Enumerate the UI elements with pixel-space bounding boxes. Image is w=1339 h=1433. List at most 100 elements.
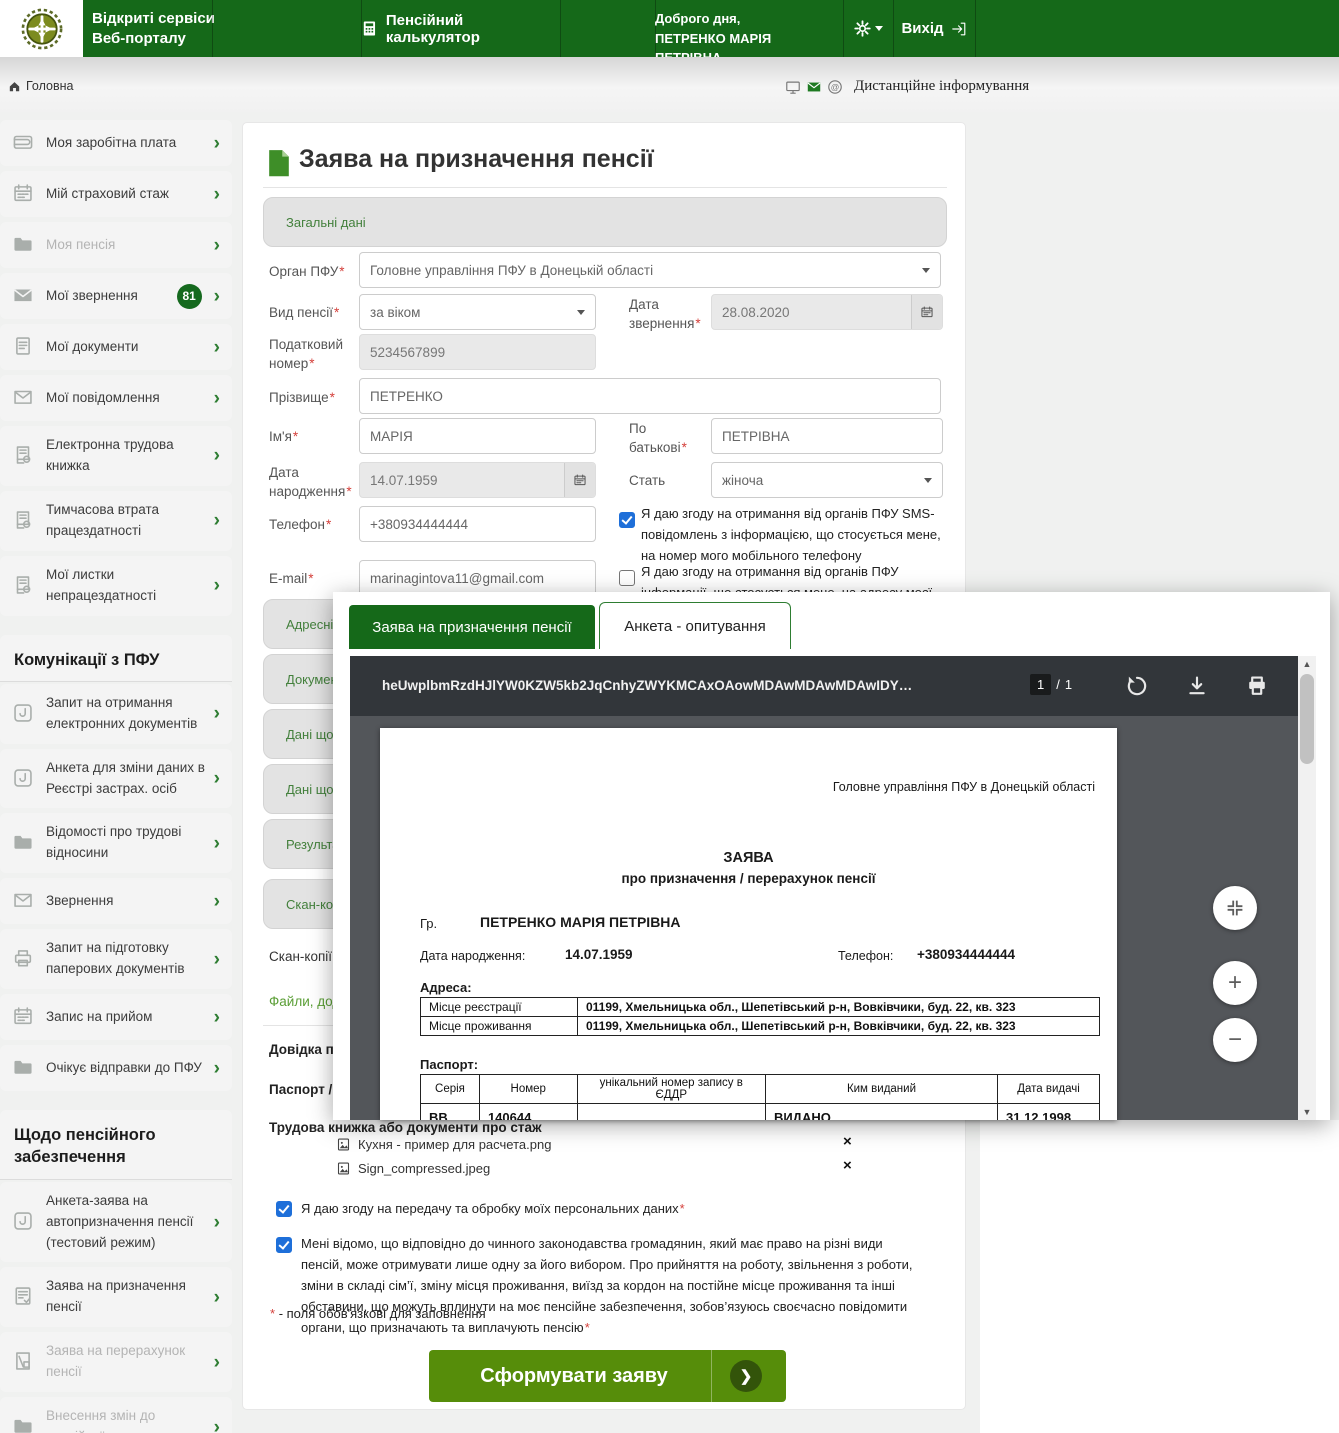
sidebar-item-0-4[interactable]: Мої документи › <box>0 324 232 370</box>
sidebar-item-icon <box>12 767 36 791</box>
pdf-page-indicator: 1 / 1 <box>1030 674 1072 695</box>
svg-text:@: @ <box>831 81 840 91</box>
sidebar-item-0-6[interactable]: Електронна трудова книжка › <box>0 426 232 486</box>
fit-to-page-button[interactable] <box>1213 886 1257 930</box>
sidebar-item-1-6[interactable]: Очікує відправки до ПФУ › <box>0 1045 232 1091</box>
sidebar-item-1-3[interactable]: Звернення › <box>0 878 232 924</box>
scroll-up-icon[interactable]: ▲ <box>1298 656 1316 672</box>
doc-address-label: Адреса: <box>420 980 472 995</box>
info-consent-checkbox[interactable] <box>276 1237 292 1253</box>
page-title: Заява на призначення пенсії <box>299 145 654 174</box>
pdf-viewer: heUwplbmRzdHJlYW0KZW5kb2JqCnhyZWYKMCAxOA… <box>350 656 1316 1120</box>
chevron-right-icon: › <box>210 511 224 530</box>
content-background <box>980 1120 1339 1433</box>
name-label: Ім'я* <box>269 428 298 447</box>
personal-data-checkbox[interactable] <box>276 1201 292 1217</box>
pension-calculator-button[interactable]: Пенсійний калькулятор <box>361 0 560 57</box>
phone-input[interactable]: +380934444444 <box>359 506 596 542</box>
scroll-down-icon[interactable]: ▼ <box>1298 1104 1316 1120</box>
chevron-right-icon: › <box>210 1353 224 1372</box>
sidebar-item-1-1[interactable]: Анкета для зміни даних в Реєстрі застрах… <box>0 749 232 809</box>
name-input[interactable]: МАРІЯ <box>359 418 596 454</box>
chevron-right-icon: › <box>210 834 224 853</box>
sidebar-item-icon <box>12 574 36 598</box>
sidebar-item-1-0[interactable]: Запит на отримання електронних документі… <box>0 684 232 744</box>
surname-input[interactable]: ПЕТРЕНКО <box>359 378 941 414</box>
divider <box>0 681 232 682</box>
chevron-right-icon: › <box>210 704 224 723</box>
breadcrumb-home[interactable]: Головна <box>8 79 74 93</box>
sidebar-group-title: Комунікації з ПФУ <box>0 635 232 681</box>
email-consent-checkbox[interactable] <box>619 570 635 586</box>
caret-down-icon <box>924 478 932 483</box>
email-input[interactable]: marinagintova11@gmail.com <box>359 560 596 596</box>
chevron-right-icon: › <box>210 1213 224 1232</box>
logout-icon <box>951 21 967 37</box>
chevron-right-icon: › <box>210 1059 224 1078</box>
apply-date-input: 28.08.2020 <box>711 294 943 330</box>
sidebar-item-2-2[interactable]: Заява на перерахунок пенсії › <box>0 1332 232 1392</box>
required-fields-note: * - поля обов'язкові для заповнення <box>269 1304 486 1325</box>
pfu-logo[interactable] <box>0 0 83 57</box>
sidebar-item-1-5[interactable]: Запис на прийом › <box>0 994 232 1040</box>
sms-consent-checkbox[interactable] <box>619 512 635 528</box>
tab-questionnaire[interactable]: Анкета - опитування <box>599 602 791 649</box>
calendar-icon[interactable] <box>911 295 942 329</box>
sidebar-item-0-5[interactable]: Мої повідомлення › <box>0 375 232 421</box>
phone-label: Телефон* <box>269 516 331 535</box>
zoom-in-button[interactable]: + <box>1213 961 1257 1005</box>
sidebar-item-2-1[interactable]: Заява на призначення пенсії › <box>0 1267 232 1327</box>
brand-title: Відкриті сервіси Веб-порталу <box>92 9 215 50</box>
sidebar-item-0-3[interactable]: Мої звернення 81 › <box>0 273 232 319</box>
pdf-filename: heUwplbmRzdHJlYW0KZW5kb2JqCnhyZWYKMCAxOA… <box>382 656 1012 716</box>
organ-select[interactable]: Головне управління ПФУ в Донецькій облас… <box>359 252 941 288</box>
scrollbar-thumb[interactable] <box>1300 674 1314 764</box>
attached-file-row: Кухня - пример для расчета.png <box>336 1137 551 1152</box>
work-book-title: Трудова книжка або документи про стаж <box>269 1120 542 1135</box>
remove-file-button[interactable]: × <box>843 1157 852 1174</box>
sidebar-item-0-0[interactable]: Моя заробітна плата › <box>0 120 232 166</box>
sidebar: Моя заробітна плата › Мій страховий стаж… <box>0 120 232 1433</box>
remove-file-button[interactable]: × <box>843 1133 852 1150</box>
section-general-data[interactable]: Загальні дані <box>263 197 947 247</box>
settings-menu-button[interactable] <box>843 0 893 57</box>
sidebar-item-0-1[interactable]: Мій страховий стаж › <box>0 171 232 217</box>
gender-select[interactable]: жіноча <box>711 462 943 498</box>
sidebar-item-icon <box>12 233 36 257</box>
logout-button[interactable]: Вихід <box>893 0 975 57</box>
tab-application[interactable]: Заява на призначення пенсії <box>349 605 595 649</box>
breadcrumb-bar: Головна @ Дистанційне інформування <box>0 57 1339 112</box>
sidebar-item-1-4[interactable]: Запит на підготовку паперових документів… <box>0 929 232 989</box>
pdf-current-page[interactable]: 1 <box>1030 674 1051 695</box>
zoom-out-button[interactable]: − <box>1213 1018 1257 1062</box>
chevron-right-icon: › <box>210 338 224 357</box>
apply-date-label: Дата звернення* <box>629 296 704 334</box>
sidebar-item-0-7[interactable]: Тимчасова втрата працездатності › <box>0 491 232 551</box>
print-icon[interactable] <box>1245 674 1269 698</box>
download-icon[interactable] <box>1185 674 1209 698</box>
divider <box>263 187 947 188</box>
sidebar-group-title: Щодо пенсійного забезпечення <box>0 1110 232 1179</box>
doc-office: Головне управління ПФУ в Донецькій облас… <box>680 780 1095 794</box>
patronymic-input[interactable]: ПЕТРІВНА <box>711 418 943 454</box>
caret-down-icon <box>577 310 585 315</box>
pdf-total-pages: 1 <box>1065 677 1072 692</box>
sidebar-item-1-2[interactable]: Відомості про трудові відносини › <box>0 813 232 873</box>
sidebar-item-0-2[interactable]: Моя пенсія › <box>0 222 232 268</box>
sidebar-item-2-3[interactable]: Внесення змін до пенсійної справи › <box>0 1397 232 1433</box>
chevron-right-icon: › <box>210 1008 224 1027</box>
sidebar-item-2-0[interactable]: Анкета-заява на автопризначення пенсії (… <box>0 1182 232 1263</box>
submit-application-button[interactable]: Сформувати заяву ❯ <box>429 1350 786 1402</box>
sidebar-item-0-8[interactable]: Мої листки непрацездатності › <box>0 556 232 616</box>
pension-type-select[interactable]: за віком <box>359 294 596 330</box>
at-sign-icon: @ <box>827 79 843 95</box>
sidebar-item-icon <box>12 386 36 410</box>
chevron-right-icon: › <box>210 389 224 408</box>
sidebar-item-icon <box>12 889 36 913</box>
remote-info-widget[interactable]: @ Дистанційне інформування <box>785 78 1029 95</box>
calendar-icon[interactable] <box>564 463 595 497</box>
sidebar-item-icon <box>12 1415 36 1433</box>
rotate-icon[interactable] <box>1125 674 1149 698</box>
sidebar-item-icon <box>12 1005 36 1029</box>
pdf-scrollbar[interactable]: ▲ ▼ <box>1298 656 1316 1120</box>
